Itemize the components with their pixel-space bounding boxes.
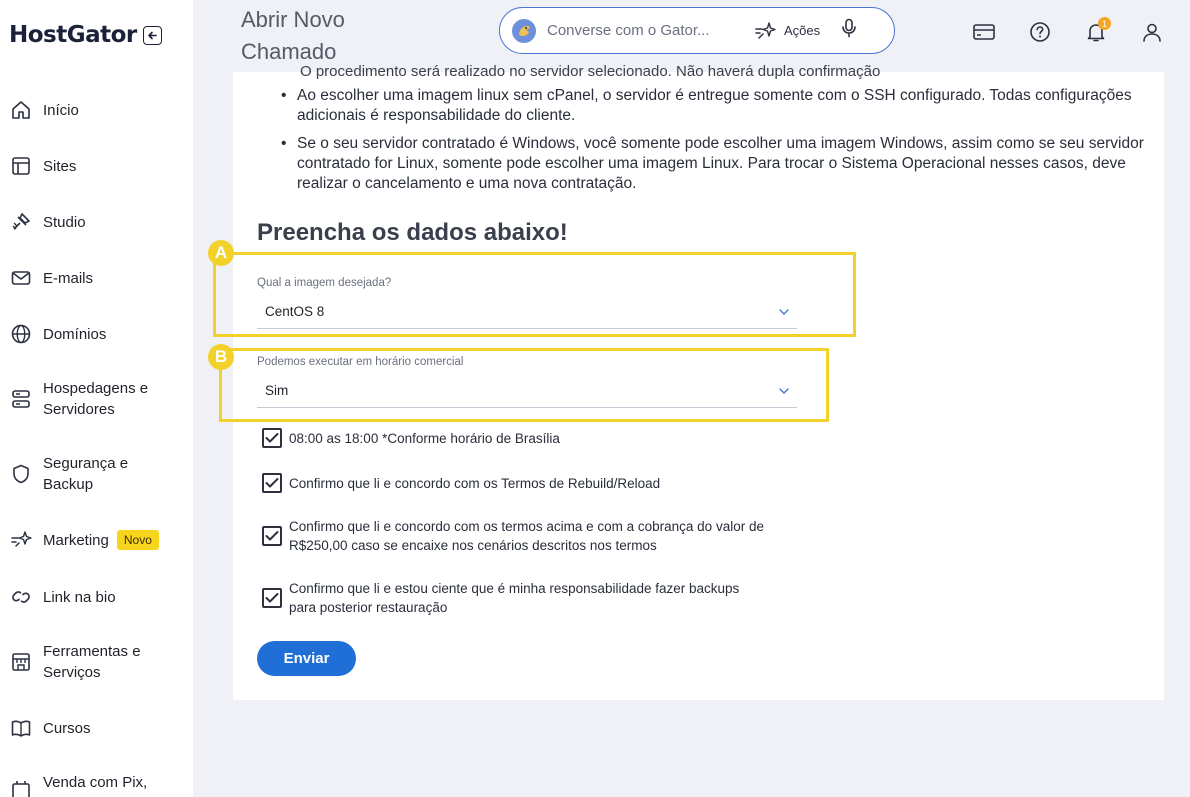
sidebar-item-sites[interactable]: Sites	[9, 154, 76, 178]
hostgator-logo[interactable]: HostGator	[9, 22, 137, 48]
sidebar-item-cursos[interactable]: Cursos	[9, 716, 91, 740]
highlight-box-a	[213, 252, 856, 337]
sidebar-item-emails[interactable]: E-mails	[9, 266, 93, 290]
server-icon	[9, 387, 33, 411]
checkbox-label: Confirmo que li e concordo com os termos…	[289, 519, 764, 553]
store-icon	[9, 650, 33, 674]
actions-button[interactable]: Ações	[754, 21, 820, 41]
shield-icon	[9, 462, 33, 486]
checkbox-row[interactable]: 08:00 as 18:00 *Conforme horário de Bras…	[262, 428, 779, 448]
sidebar-item-label: Marketing	[43, 531, 109, 549]
sidebar-item-link-na-bio[interactable]: Link na bio	[9, 585, 116, 609]
annotation-badge-b: B	[208, 344, 234, 370]
info-bullet-list: Ao escolher uma imagem linux sem cPanel,…	[281, 86, 1145, 202]
info-bullet: Ao escolher uma imagem linux sem cPanel,…	[281, 86, 1145, 126]
sidebar-item-hospedagens[interactable]: Hospedagens e Servidores	[9, 378, 173, 420]
sidebar-item-label: Venda com Pix,	[43, 774, 148, 791]
notification-bell-icon[interactable]: 1	[1084, 17, 1111, 44]
checkbox-row[interactable]: Confirmo que li e concordo com os termos…	[262, 517, 779, 555]
marketing-icon	[9, 528, 33, 552]
user-profile-icon[interactable]	[1140, 20, 1164, 44]
collapse-sidebar-icon[interactable]	[142, 25, 162, 45]
book-icon	[9, 716, 33, 740]
studio-icon	[9, 210, 33, 234]
sparkle-wand-icon	[755, 21, 776, 39]
sidebar-item-dominios[interactable]: Domínios	[9, 322, 106, 346]
sidebar-item-ferramentas[interactable]: Ferramentas e Serviços	[9, 641, 163, 683]
submit-button[interactable]: Enviar	[257, 641, 356, 676]
cart-icon	[9, 777, 33, 797]
notification-count-badge: 1	[1098, 17, 1111, 30]
highlight-box-b	[219, 348, 829, 422]
help-icon[interactable]	[1028, 20, 1052, 44]
gator-chat-bar[interactable]: Ações	[499, 7, 895, 54]
sidebar-item-label: E-mails	[43, 269, 94, 287]
checkbox-checked[interactable]	[262, 588, 282, 608]
sidebar-item-label: Link na bio	[43, 588, 116, 606]
sidebar-item-marketing[interactable]: Marketing Novo	[9, 528, 159, 552]
checkbox-label: Confirmo que li e estou ciente que é min…	[289, 581, 740, 615]
link-icon	[9, 585, 33, 609]
sidebar-item-label: Sites	[43, 157, 77, 175]
checkbox-label: Confirmo que li e concordo com os Termos…	[289, 475, 661, 491]
layout-icon	[9, 154, 33, 178]
sidebar-item-label: Início	[43, 101, 79, 119]
sidebar-item-label: Cursos	[43, 719, 91, 737]
checkbox-row[interactable]: Confirmo que li e estou ciente que é min…	[262, 579, 759, 617]
new-badge: Novo	[116, 530, 159, 550]
actions-label: Ações	[784, 23, 821, 38]
sidebar: HostGator Início Sites Studio E-mails Do…	[0, 0, 193, 797]
gator-avatar-icon	[512, 18, 536, 43]
checkbox-checked[interactable]	[262, 526, 282, 546]
checkbox-row[interactable]: Confirmo que li e concordo com os Termos…	[262, 473, 779, 493]
gator-chat-input[interactable]	[547, 22, 742, 39]
mail-icon	[9, 266, 33, 290]
checkbox-checked[interactable]	[262, 473, 282, 493]
sidebar-item-label: Domínios	[43, 325, 107, 343]
info-bullet-cut: O procedimento será realizado no servido…	[300, 63, 881, 80]
sidebar-item-seguranca[interactable]: Segurança e Backup	[9, 453, 153, 495]
info-bullet: Se o seu servidor contratado é Windows, …	[281, 134, 1145, 194]
sidebar-item-label: Segurança e Backup	[43, 455, 129, 493]
credit-card-icon[interactable]	[972, 20, 996, 44]
form-section-title: Preencha os dados abaixo!	[257, 219, 568, 246]
home-icon	[9, 98, 33, 122]
sidebar-item-label: Studio	[43, 213, 86, 231]
sidebar-item-inicio[interactable]: Início	[9, 98, 79, 122]
checkbox-label: 08:00 as 18:00 *Conforme horário de Bras…	[289, 430, 560, 446]
checkbox-checked[interactable]	[262, 428, 282, 448]
sidebar-item-studio[interactable]: Studio	[9, 210, 86, 234]
annotation-badge-a: A	[208, 240, 234, 266]
sidebar-item-label: Ferramentas e Serviços	[43, 643, 141, 681]
globe-icon	[9, 322, 33, 346]
microphone-icon[interactable]	[840, 18, 858, 43]
page-title: Abrir Novo Chamado	[241, 7, 345, 64]
sidebar-item-venda-pix[interactable]: Venda com Pix,	[9, 772, 147, 797]
logo-row: HostGator	[9, 22, 162, 48]
sidebar-item-label: Hospedagens e Servidores	[43, 380, 149, 418]
